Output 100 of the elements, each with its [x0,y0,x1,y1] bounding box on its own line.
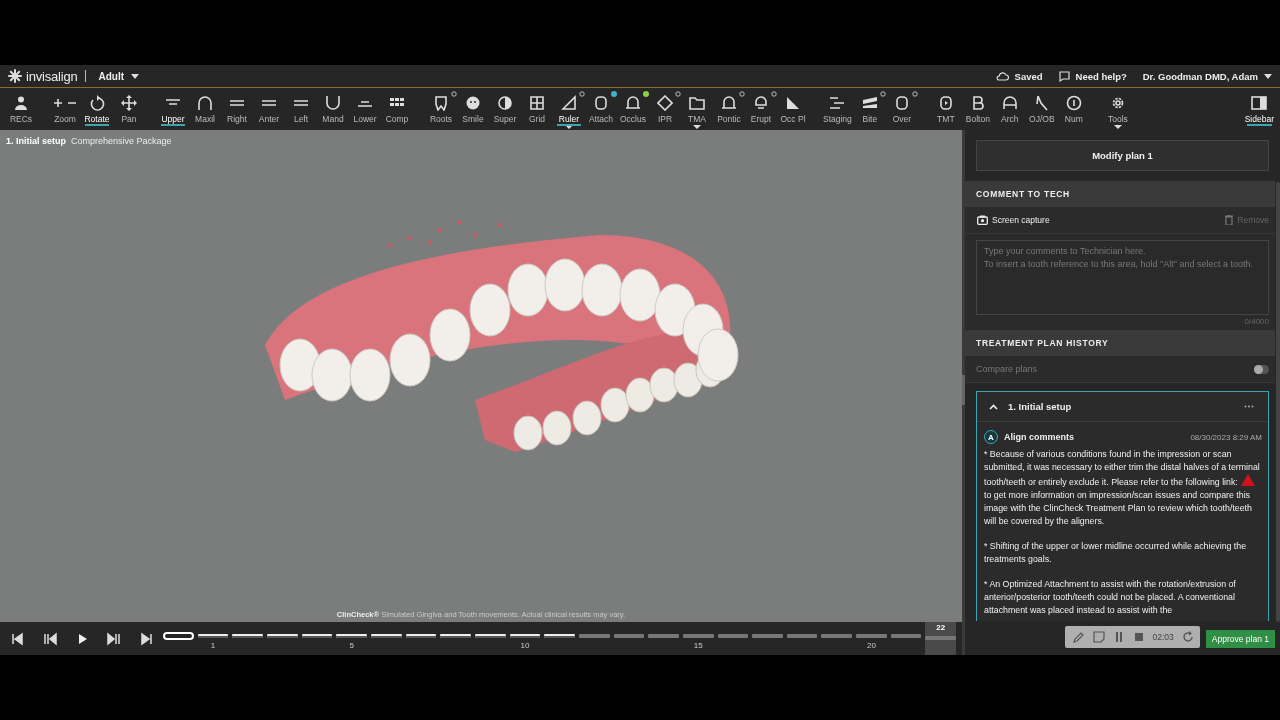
more-icon[interactable] [1244,405,1254,408]
toolbar-button[interactable]: Smile [457,88,489,130]
toolbar-button[interactable]: Zoom [49,88,81,130]
recorder-button[interactable] [1132,631,1145,643]
recorder-button[interactable] [1092,631,1105,643]
recorder-button[interactable] [1072,631,1085,643]
recording-time: 02:03 [1152,632,1174,642]
recorder-button[interactable] [1181,631,1194,643]
help-link[interactable]: Need help? [1058,70,1127,82]
stage-segment[interactable] [336,634,367,638]
stage-segment[interactable] [266,634,298,638]
toolbar-button[interactable]: Sidebar [1242,88,1276,130]
resize-handle[interactable] [962,375,965,405]
comment-author: Align comments [1004,432,1075,442]
toolbar-button[interactable]: Super [489,88,521,130]
toolbar-button[interactable]: Left [285,88,317,130]
toolbar-button[interactable]: Attach [585,88,617,130]
slanted-bars-icon [861,95,878,111]
toolbar-button[interactable]: Occlus [617,88,649,130]
screen-capture-button[interactable]: Screen capture [977,215,1050,225]
caret-icon [131,73,140,79]
toolbar-button[interactable]: Comp [381,88,413,130]
stage-segment[interactable] [474,634,506,638]
toolbar-button[interactable]: Pontic [713,88,745,130]
right-triangle-icon [785,95,801,111]
stage-segment[interactable] [163,632,194,640]
toolbar-button[interactable]: Lower [349,88,381,130]
sidebar-icon [1251,95,1268,111]
skip-to-start-icon [11,631,25,646]
stage-segment[interactable] [509,634,541,638]
compare-toggle[interactable] [1254,364,1269,374]
chevron-up-icon [989,403,998,410]
user-menu[interactable]: Dr. Goodman DMD, Adam [1142,70,1272,82]
toolbar-button[interactable]: Roots [425,88,457,130]
setup-title: 1. Initial setup [6,136,66,146]
stage-segment[interactable] [301,634,333,638]
toolbar-button[interactable]: Pan [113,88,145,130]
toolbar-button[interactable]: RECs [5,88,37,130]
toolbar-button[interactable]: Num [1057,88,1090,130]
toolbar-button[interactable]: Grid [521,88,553,130]
toolbar-button[interactable]: TMA [681,88,713,130]
comment-input-field[interactable]: Type your comments to Technician here. To insert a tooth reference to this area, hold "Alt" and select a tooth. [976,240,1269,315]
arch-icon [197,95,213,111]
toolbar-button[interactable]: Upper [157,88,189,130]
half-circle-icon [497,95,513,111]
skip-to-end-icon [139,631,153,646]
toolbar-button[interactable]: Erupt [745,88,777,130]
toolbar-button[interactable]: Right [221,88,253,130]
move-arrows-icon [121,95,137,111]
diamond-icon [657,95,673,111]
toolbar-button[interactable]: Ruler [553,88,585,130]
brand-logo: invisalign [26,68,78,84]
rounded-square-icon [937,95,954,111]
toolbar-button[interactable]: Arch [993,88,1026,130]
profile-dropdown[interactable]: Adult [98,70,140,82]
section-header: TREATMENT PLAN HISTORY [965,330,1275,356]
stage-segment[interactable] [440,634,471,638]
circle-icon [1065,95,1082,111]
stage-segment[interactable] [232,634,263,638]
bell-icon [753,95,769,111]
toolbar-button[interactable]: Anter [253,88,285,130]
grid-icon [529,95,545,111]
toolbar-button[interactable]: Bite [853,88,886,130]
person-icon [13,95,29,111]
rotate-icon [89,95,105,111]
expand-toggle[interactable] [989,403,998,410]
step-forward-icon [107,631,121,646]
stage-segment[interactable] [197,634,229,638]
stage-segment[interactable] [370,634,402,638]
arch-icon [1001,95,1018,111]
approve-plan-button[interactable]: Approve plan 1 [1205,630,1275,648]
toolbar-button[interactable]: Tools [1101,88,1134,130]
toolbar-button[interactable]: Over [885,88,918,130]
stage-number: 10 [520,641,530,650]
stage-number: 20 [867,641,876,650]
toolbar-button[interactable]: IPR [649,88,681,130]
warning-link[interactable] [1240,474,1255,486]
toolbar-button[interactable]: OJ/OB [1025,88,1058,130]
toolbar-button[interactable]: TMT [929,88,962,130]
bell-icon [625,95,641,111]
toolbar-button[interactable]: Mand [317,88,349,130]
toolbar-button[interactable]: Bolton [961,88,994,130]
package-label: Comprehensive Package [71,136,172,146]
stage-segment[interactable] [405,634,437,638]
toolbar-button[interactable]: Occ Pl [777,88,809,130]
warning-icon [1240,474,1255,486]
trash-icon [1225,215,1234,225]
toolbar-button[interactable]: Rotate [81,88,113,130]
starburst-logo-icon [8,69,22,83]
face-icon [465,95,481,111]
tooth-icon [433,95,449,111]
comment-text: * Shifting of the upper or lower midline occurred while achieving the treatments goals. [984,540,1248,566]
stage-number: 15 [693,641,703,650]
note-icon [1092,631,1105,643]
triangle-ruler-icon [561,95,577,111]
modify-plan-button[interactable]: Modify plan 1 [976,140,1269,171]
stage-segment[interactable] [544,634,575,638]
toolbar-button[interactable]: Maxil [189,88,221,130]
toolbar-button[interactable]: Staging [821,88,854,130]
stage-number: 5 [349,641,354,650]
